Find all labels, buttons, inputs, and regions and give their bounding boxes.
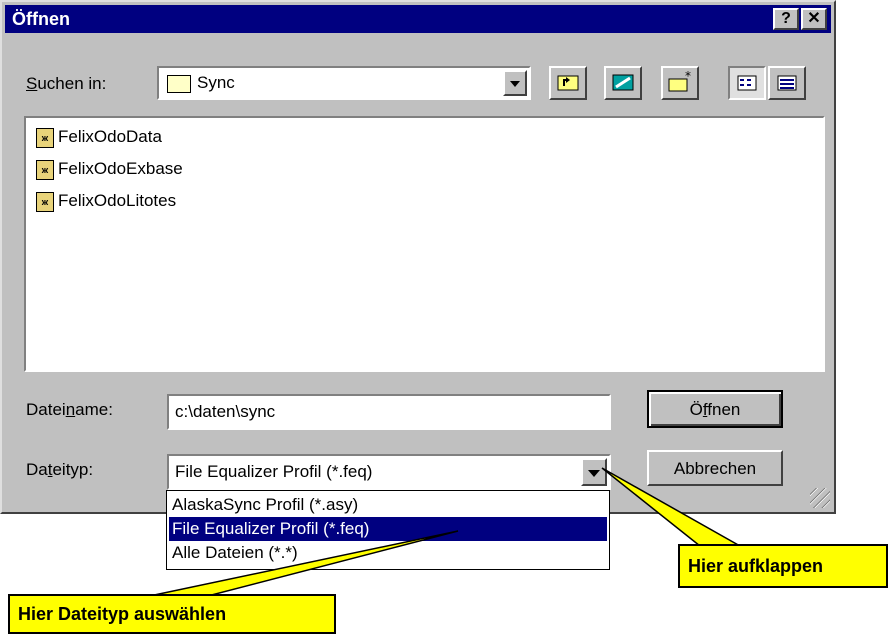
- callout-choose-type: Hier Dateityp auswählen: [8, 594, 336, 634]
- callout-pointers: [139, 467, 743, 599]
- callout-expand: Hier aufklappen: [678, 544, 888, 588]
